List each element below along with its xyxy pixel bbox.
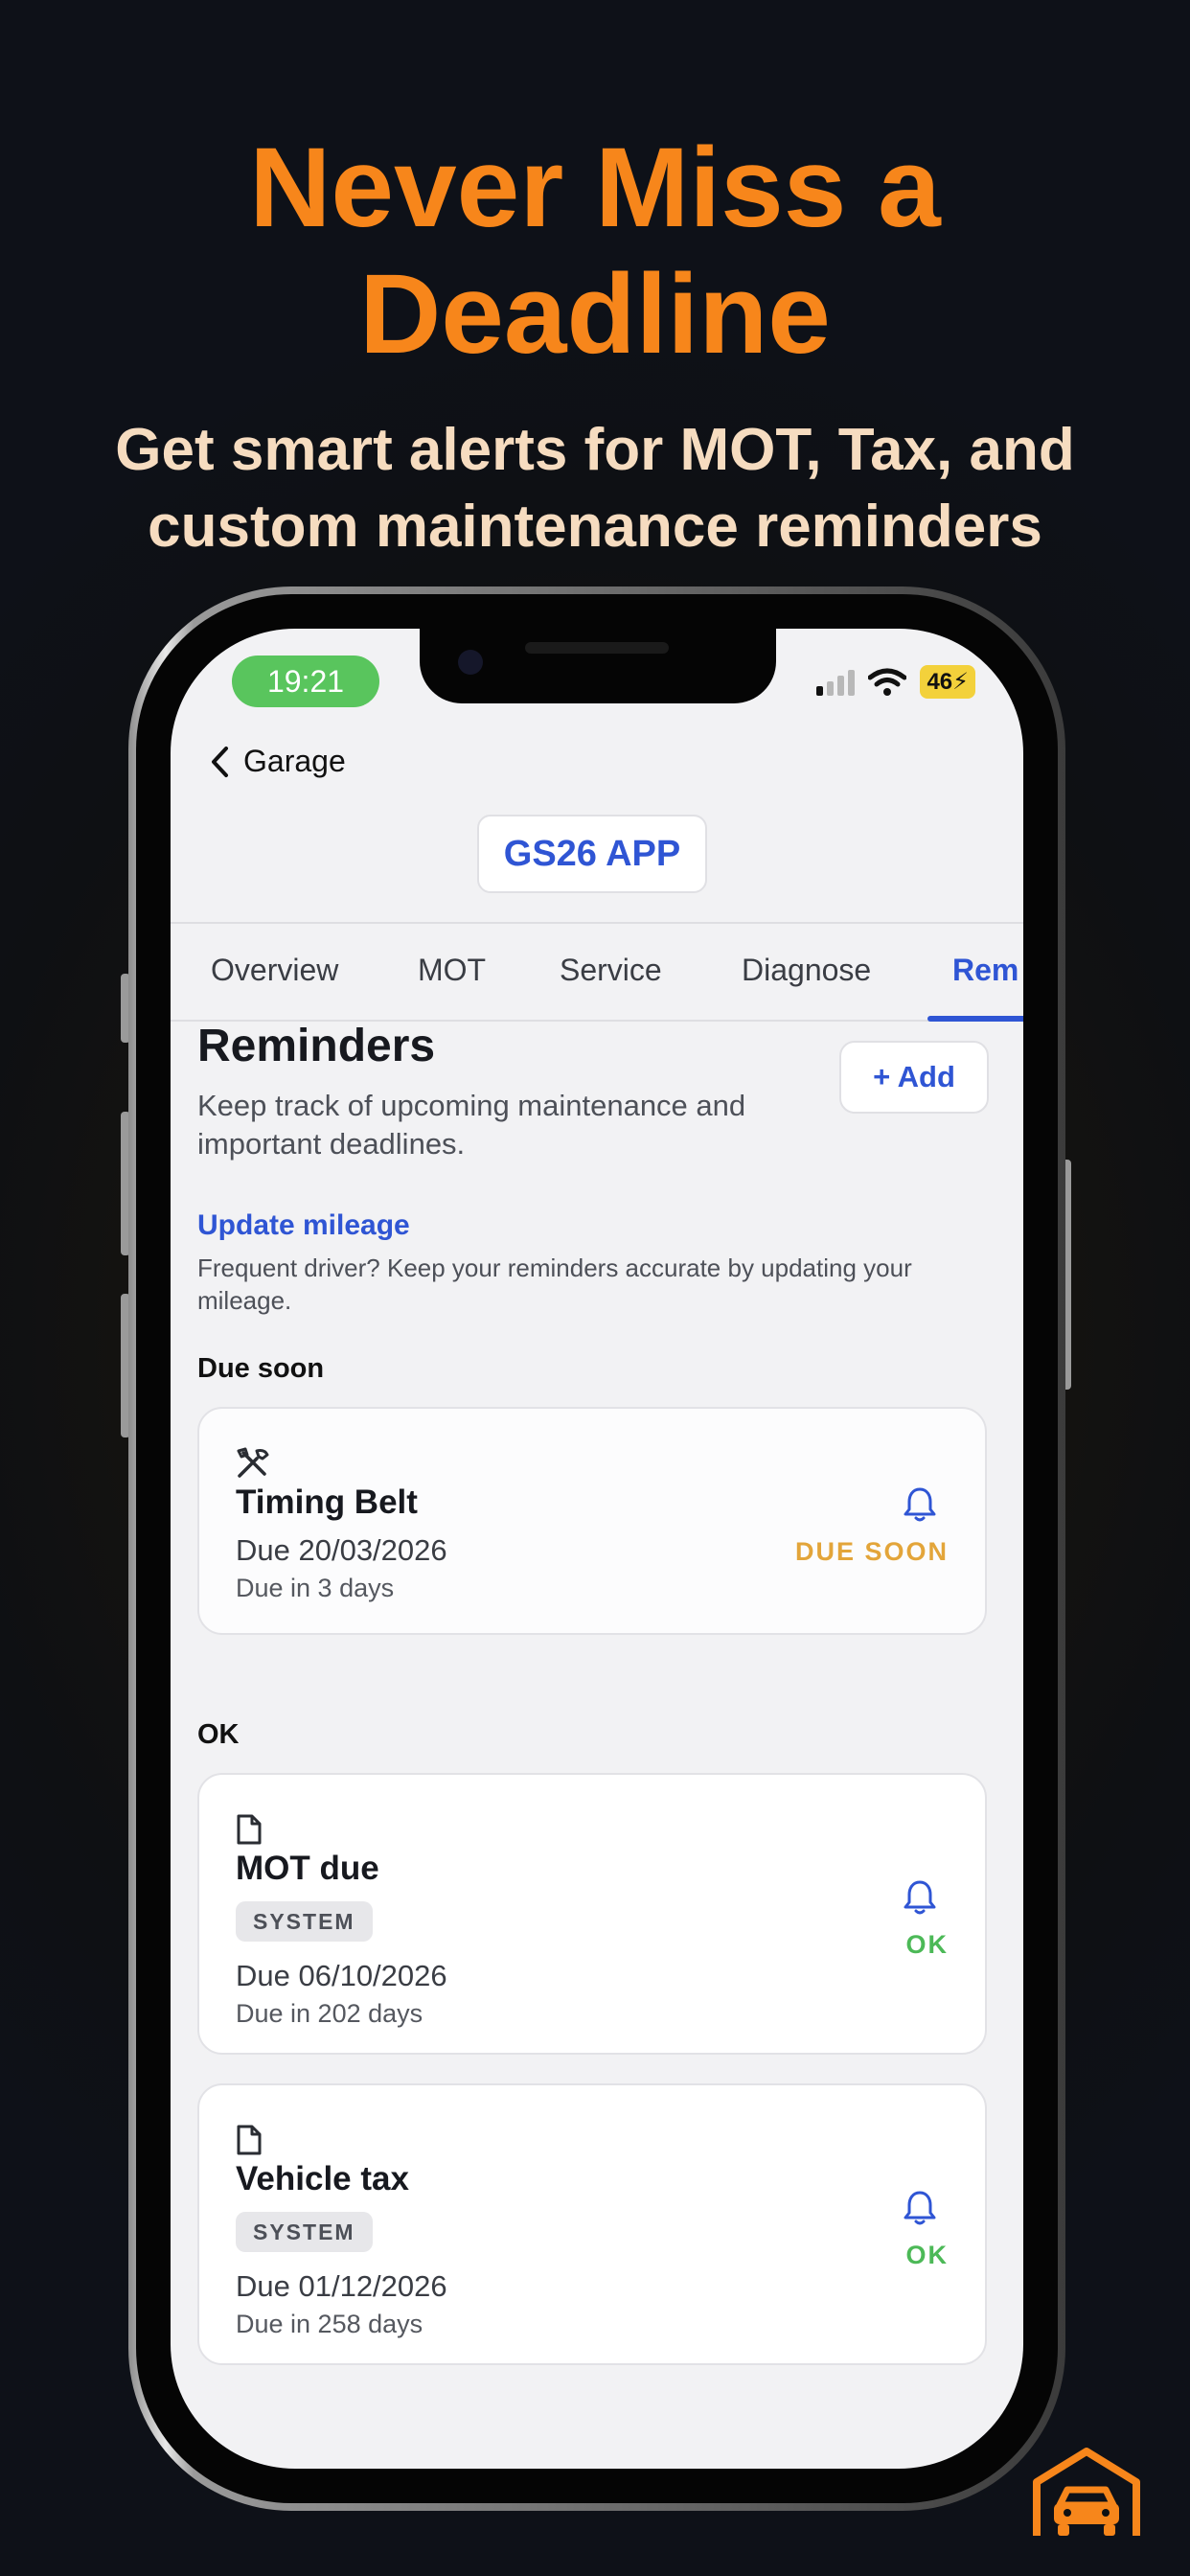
reminder-card[interactable]: Vehicle tax SYSTEM Due 01/12/2026 Due in… <box>197 2083 987 2365</box>
mileage-description: Frequent driver? Keep your reminders acc… <box>197 1254 912 1315</box>
page-description: Keep track of upcoming maintenance and i… <box>197 1089 746 1161</box>
active-tab-indicator <box>927 1016 1023 1022</box>
reminder-title: Timing Belt <box>236 1484 418 1521</box>
bell-icon[interactable] <box>903 2189 937 2227</box>
headline: Never Miss a Deadline <box>249 125 941 378</box>
wifi-icon <box>868 668 907 696</box>
update-mileage-link[interactable]: Update mileage <box>197 1209 410 1242</box>
signal-icon <box>816 669 856 696</box>
bell-icon[interactable] <box>903 1878 937 1917</box>
battery-indicator: 46⚡ <box>920 665 975 699</box>
tab-service[interactable]: Service <box>560 953 662 988</box>
app-screen: 19:21 46⚡ Garage GS26 APP Overview MOT S… <box>171 629 1023 2469</box>
back-button[interactable]: Garage <box>209 744 346 779</box>
reminder-card[interactable]: MOT due SYSTEM Due 06/10/2026 Due in 202… <box>197 1773 987 2055</box>
tools-icon <box>237 1447 269 1478</box>
reminder-card[interactable]: Timing Belt Due 20/03/2026 Due in 3 days… <box>197 1407 987 1635</box>
tab-reminders[interactable]: Rem <box>952 953 1018 988</box>
reminder-title: MOT due <box>236 1850 379 1887</box>
status-time: 19:21 <box>232 656 379 707</box>
phone-frame: 19:21 46⚡ Garage GS26 APP Overview MOT S… <box>128 586 1065 2511</box>
tab-bar: Overview MOT Service Diagnose Rem <box>171 922 1023 1022</box>
back-label: Garage <box>243 744 346 778</box>
reminder-due-date: Due 20/03/2026 <box>236 1533 447 1567</box>
camera-icon <box>458 650 483 675</box>
system-badge: SYSTEM <box>236 1901 373 1942</box>
status-label: DUE SOON <box>794 1537 949 1566</box>
subheadline: Get smart alerts for MOT, Tax, and custo… <box>115 417 1075 560</box>
reminder-due-date: Due 01/12/2026 <box>236 2269 447 2303</box>
reminder-days-left: Due in 202 days <box>236 1999 423 2028</box>
section-ok: OK <box>197 1719 240 1750</box>
document-icon <box>237 2125 262 2155</box>
chevron-left-icon <box>212 746 228 777</box>
tab-diagnose[interactable]: Diagnose <box>742 953 871 988</box>
bell-icon[interactable] <box>903 1485 937 1524</box>
reminder-due-date: Due 06/10/2026 <box>236 1959 447 1992</box>
document-icon <box>237 1814 262 1845</box>
reminder-days-left: Due in 3 days <box>236 1574 395 1602</box>
notch <box>420 629 776 703</box>
tab-mot[interactable]: MOT <box>418 953 486 988</box>
app-title: GS26 APP <box>477 815 707 893</box>
status-icons: 46⚡ <box>816 665 975 699</box>
section-due-soon: Due soon <box>197 1353 325 1384</box>
add-reminder-button[interactable]: + Add <box>839 1041 989 1114</box>
reminder-title: Vehicle tax <box>236 2160 409 2197</box>
tab-overview[interactable]: Overview <box>211 953 338 988</box>
reminder-days-left: Due in 258 days <box>236 2310 423 2338</box>
page-title: Reminders <box>197 1021 436 1071</box>
status-label: OK <box>905 1930 949 1959</box>
system-badge: SYSTEM <box>236 2212 373 2252</box>
status-label: OK <box>905 2241 949 2269</box>
garage-car-logo-icon <box>1033 2448 1140 2536</box>
